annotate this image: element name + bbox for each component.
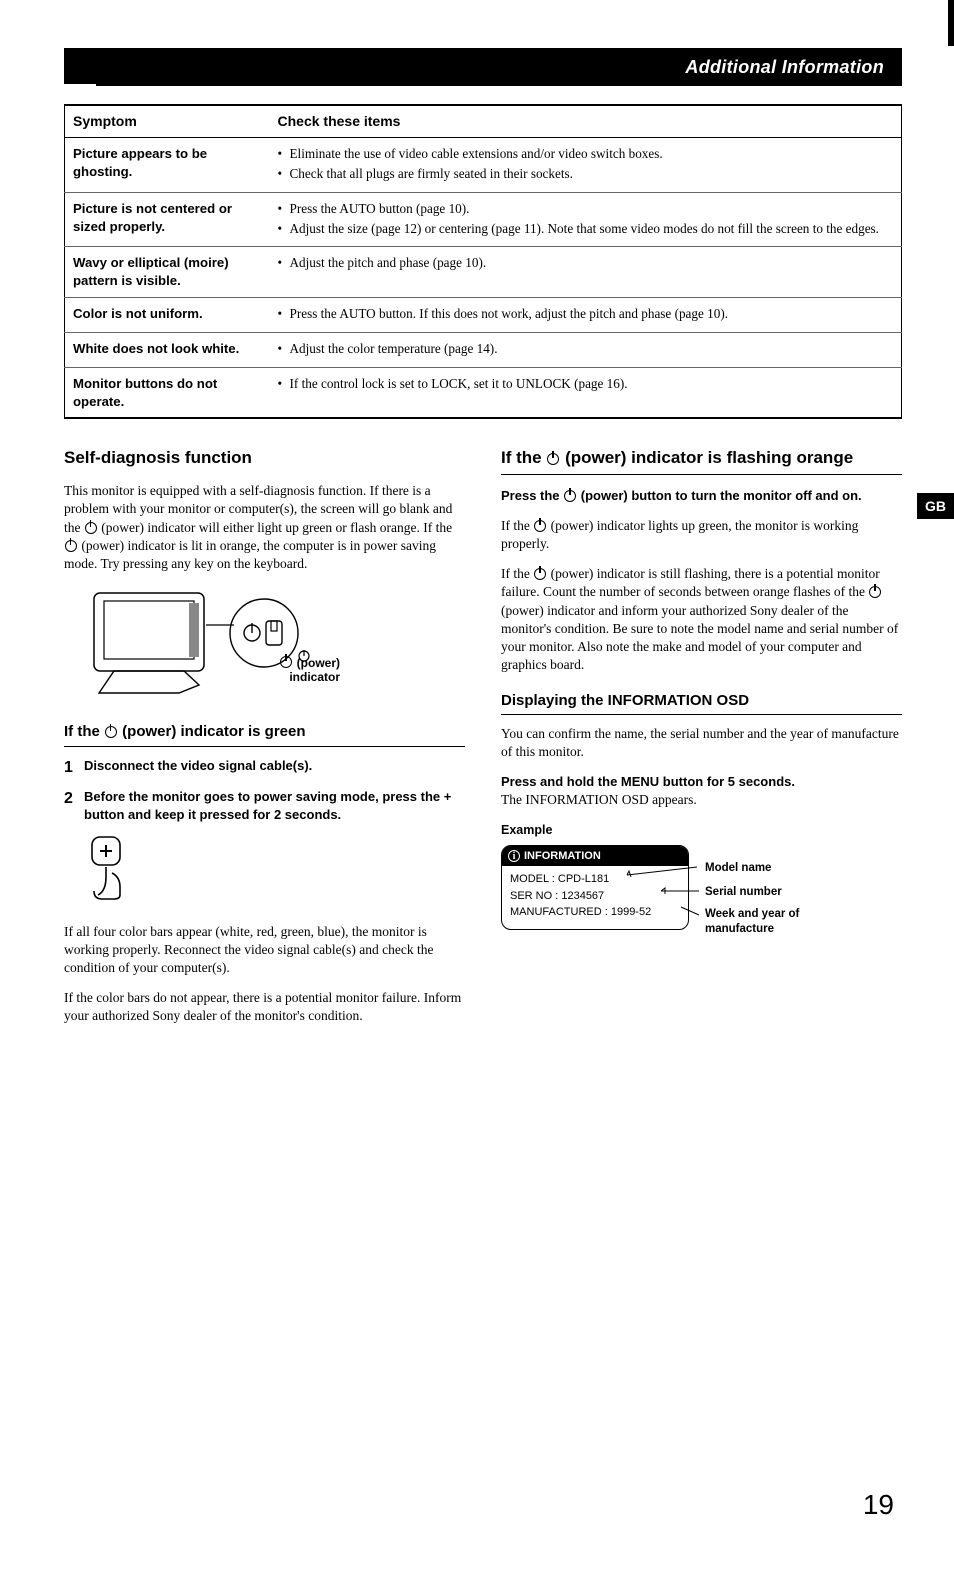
symptom-cell: White does not look white.	[65, 332, 270, 367]
fig-power-label: (power)	[297, 656, 340, 670]
power-icon	[564, 490, 576, 502]
example-label: Example	[501, 822, 902, 839]
green-ok-text: If the (power) indicator lights up green…	[501, 517, 902, 553]
check-item: Press the AUTO button. If this does not …	[278, 305, 894, 323]
power-icon	[105, 726, 117, 738]
troubleshooting-table: Symptom Check these items Picture appear…	[64, 104, 902, 419]
check-cell: If the control lock is set to LOCK, set …	[270, 367, 902, 418]
callout-serial: Serial number	[705, 885, 782, 901]
left-column: Self-diagnosis function This monitor is …	[64, 447, 465, 1037]
colorbars-fail-text: If the color bars do not appear, there i…	[64, 989, 465, 1025]
orange-indicator-heading: If the (power) indicator is flashing ora…	[501, 447, 902, 475]
osd-instruction: Press and hold the MENU button for 5 sec…	[501, 773, 902, 809]
power-icon	[547, 453, 559, 465]
check-cell: Eliminate the use of video cable extensi…	[270, 138, 902, 193]
green-indicator-heading: If the (power) indicator is green	[64, 722, 465, 746]
self-diag-intro: This monitor is equipped with a self-dia…	[64, 482, 465, 573]
osd-example: i INFORMATION MODEL : CPD-L181 SER NO : …	[501, 845, 902, 930]
fig-indicator-label: indicator	[289, 670, 340, 684]
power-icon	[869, 586, 881, 598]
still-flashing-text: If the (power) indicator is still flashi…	[501, 565, 902, 674]
colorbars-ok-text: If all four color bars appear (white, re…	[64, 923, 465, 978]
check-cell: Press the AUTO button (page 10). Adjust t…	[270, 192, 902, 247]
banner: Additional Information	[64, 48, 902, 86]
check-item: Adjust the pitch and phase (page 10).	[278, 254, 894, 272]
page-number: 19	[863, 1486, 894, 1524]
symptom-cell: Color is not uniform.	[65, 298, 270, 333]
gb-tab: GB	[917, 493, 954, 519]
step-2: 2 Before the monitor goes to power savin…	[64, 788, 465, 823]
check-item: Check that all plugs are firmly seated i…	[278, 165, 894, 183]
display-info-osd-heading: Displaying the INFORMATION OSD	[501, 691, 902, 715]
press-power-instruction: Press the (power) button to turn the mon…	[501, 487, 902, 505]
check-item: Eliminate the use of video cable extensi…	[278, 145, 894, 163]
callout-model: Model name	[705, 861, 771, 877]
symptom-cell: Wavy or elliptical (moire) pattern is vi…	[65, 247, 270, 298]
right-column: If the (power) indicator is flashing ora…	[501, 447, 902, 1037]
symptom-cell: Picture is not centered or sized properl…	[65, 192, 270, 247]
symptom-cell: Picture appears to be ghosting.	[65, 138, 270, 193]
osd-title: INFORMATION	[524, 849, 601, 864]
step-1: 1 Disconnect the video signal cable(s).	[64, 757, 465, 779]
check-item: Adjust the size (page 12) or centering (…	[278, 220, 894, 238]
check-item: If the control lock is set to LOCK, set …	[278, 375, 894, 393]
th-symptom: Symptom	[65, 105, 270, 137]
callout-week-year: Week and year of manufacture	[705, 907, 835, 938]
power-icon	[65, 540, 77, 552]
check-cell: Press the AUTO button. If this does not …	[270, 298, 902, 333]
symptom-cell: Monitor buttons do not operate.	[65, 367, 270, 418]
monitor-diagram: (power) indicator	[84, 585, 344, 704]
check-item: Press the AUTO button (page 10).	[278, 200, 894, 218]
self-diagnosis-heading: Self-diagnosis function	[64, 447, 465, 470]
plus-button-diagram	[84, 833, 465, 908]
check-cell: Adjust the pitch and phase (page 10).	[270, 247, 902, 298]
check-cell: Adjust the color temperature (page 14).	[270, 332, 902, 367]
th-check: Check these items	[270, 105, 902, 137]
power-icon	[85, 522, 97, 534]
info-icon: i	[508, 850, 520, 862]
power-icon	[534, 568, 546, 580]
banner-title: Additional Information	[96, 48, 902, 86]
check-item: Adjust the color temperature (page 14).	[278, 340, 894, 358]
osd-intro: You can confirm the name, the serial num…	[501, 725, 902, 761]
power-icon	[534, 520, 546, 532]
